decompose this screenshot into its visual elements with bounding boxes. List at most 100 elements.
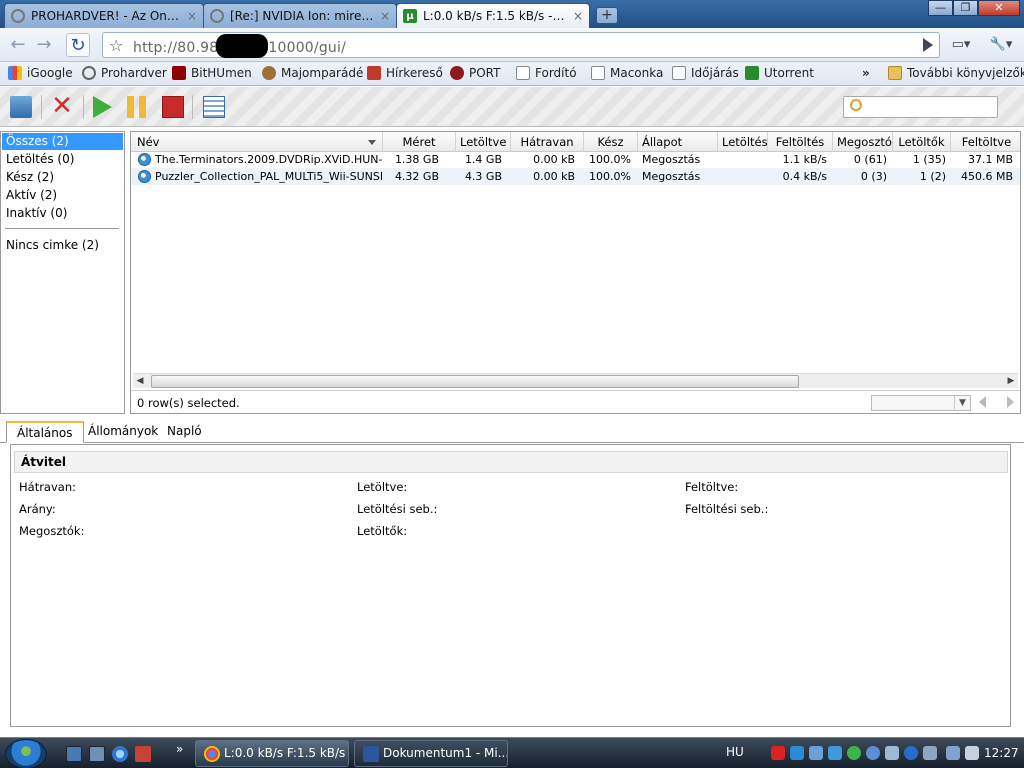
reload-button[interactable]: ↻ xyxy=(66,33,90,57)
bookmark-prohardver[interactable]: Prohardver xyxy=(82,66,167,80)
forward-button[interactable]: → xyxy=(32,33,56,57)
field-downloaded-label: Letöltve: xyxy=(357,480,408,494)
tab-general[interactable]: Általános xyxy=(6,421,84,443)
ati-icon[interactable] xyxy=(771,746,785,760)
volume-icon[interactable] xyxy=(965,746,979,760)
new-tab-button[interactable]: + xyxy=(596,7,618,24)
taskbar-task-word[interactable]: Dokumentum1 - Mi... xyxy=(354,740,508,767)
scrollbar-thumb[interactable] xyxy=(151,375,799,388)
go-arrow-icon[interactable] xyxy=(923,38,933,52)
column-header-download-speed[interactable]: Letöltés xyxy=(718,132,768,152)
label-no-label[interactable]: Nincs cimke (2) xyxy=(2,237,123,254)
clock[interactable]: 12:27 xyxy=(984,746,1019,760)
page-select[interactable]: ▼ xyxy=(871,395,971,411)
column-header-downloaded[interactable]: Letöltve xyxy=(456,132,511,152)
previous-page-icon[interactable] xyxy=(979,396,986,408)
category-active[interactable]: Aktív (2) xyxy=(2,187,123,204)
torrent-list-header: Név Méret Letöltve Hátravan Kész Állapot… xyxy=(131,132,1020,152)
stop-icon[interactable] xyxy=(162,96,184,118)
scroll-right-arrow-icon[interactable]: ▶ xyxy=(1004,375,1018,388)
tab-label: PROHARDVER! - Az Onlin... xyxy=(31,9,181,23)
messenger-icon[interactable] xyxy=(904,746,918,760)
internet-explorer-icon[interactable] xyxy=(112,746,128,762)
column-header-seeds[interactable]: Megosztók xyxy=(833,132,893,152)
star-icon[interactable]: ☆ xyxy=(109,36,123,55)
display-icon[interactable] xyxy=(923,746,937,760)
back-button[interactable]: ← xyxy=(6,33,30,57)
task-label: L:0.0 kB/s F:1.5 kB/s ... xyxy=(224,746,349,760)
browser-tab-utorrent[interactable]: µ L:0.0 kB/s F:1.5 kB/s - µT... × xyxy=(396,3,590,28)
page-menu-button[interactable]: ▭▾ xyxy=(946,33,976,57)
port-icon xyxy=(450,66,464,80)
close-icon[interactable]: × xyxy=(380,9,390,23)
column-header-peers[interactable]: Letöltők xyxy=(893,132,951,152)
bookmark-utorrent[interactable]: Utorrent xyxy=(745,66,814,80)
field-peers-label: Letöltők: xyxy=(357,524,408,538)
address-bar[interactable]: ☆ http://80.98 10000/gui/ xyxy=(102,32,940,58)
table-row[interactable]: The.Terminators.2009.DVDRip.XViD.HUN-Con… xyxy=(131,151,1020,168)
bookmark-maconka[interactable]: Maconka xyxy=(591,66,663,80)
column-header-name[interactable]: Név xyxy=(131,132,383,152)
close-icon[interactable]: × xyxy=(187,9,197,23)
bookmark-majomparade[interactable]: Majomparádé xyxy=(262,66,363,80)
column-header-uploaded[interactable]: Feltöltve xyxy=(951,132,1020,152)
torrent-name: The.Terminators.2009.DVDRip.XViD.HUN-Con… xyxy=(155,153,382,166)
bookmark-idojaras[interactable]: Időjárás xyxy=(672,66,739,80)
bookmark-port[interactable]: PORT xyxy=(450,66,500,80)
column-header-done[interactable]: Kész xyxy=(584,132,638,152)
sync-icon[interactable] xyxy=(828,746,842,760)
start-icon[interactable] xyxy=(93,96,112,118)
bookmark-fordito[interactable]: Fordító xyxy=(516,66,577,80)
torrent-seeds: 0 (3) xyxy=(860,170,887,183)
category-completed[interactable]: Kész (2) xyxy=(2,169,123,186)
minimize-button[interactable]: — xyxy=(928,0,953,16)
horizontal-scrollbar[interactable]: ◀ ▶ xyxy=(133,373,1018,388)
bookmarks-overflow-chevron[interactable]: » xyxy=(862,66,870,80)
table-row[interactable]: Puzzler_Collection_PAL_MULTi5_Wii-SUNSHi… xyxy=(131,168,1020,185)
settings-list-icon[interactable] xyxy=(203,96,225,118)
column-header-upload-speed[interactable]: Feltöltés xyxy=(768,132,833,152)
close-icon[interactable]: × xyxy=(573,9,583,23)
torrent-remaining: 0.00 kB xyxy=(533,170,575,183)
page-icon xyxy=(516,66,530,80)
other-bookmarks-folder[interactable]: További könyvjelzők xyxy=(888,66,1024,80)
column-header-size[interactable]: Méret xyxy=(383,132,456,152)
status-check-icon[interactable] xyxy=(847,746,861,760)
bookmark-hirkereso[interactable]: Hírkereső xyxy=(367,66,443,80)
bookmark-igoogle[interactable]: iGoogle xyxy=(8,66,73,80)
browser-tab-nvidia[interactable]: [Re:] NVIDIA Ion: mire ez ... × xyxy=(203,3,397,28)
category-all[interactable]: Összes (2) xyxy=(2,133,123,150)
skype-icon[interactable] xyxy=(866,746,880,760)
category-downloading[interactable]: Letöltés (0) xyxy=(2,151,123,168)
utorrent-toolbar: ✕ xyxy=(0,87,1024,127)
show-desktop-icon[interactable] xyxy=(66,746,82,762)
taskbar-task-chrome[interactable]: L:0.0 kB/s F:1.5 kB/s ... xyxy=(195,740,349,767)
network-icon[interactable] xyxy=(946,746,960,760)
dropbox-icon[interactable] xyxy=(790,746,804,760)
bookmark-bithumen[interactable]: BitHUmen xyxy=(172,66,252,80)
add-torrent-icon[interactable] xyxy=(10,96,32,118)
tab-log[interactable]: Napló xyxy=(157,421,212,443)
pause-icon[interactable] xyxy=(127,96,134,118)
category-inactive[interactable]: Inaktív (0) xyxy=(2,205,123,222)
quicklaunch-overflow-chevron[interactable]: » xyxy=(176,742,183,756)
start-button[interactable] xyxy=(5,739,47,768)
utorrent-icon xyxy=(745,66,759,80)
tools-menu-button[interactable]: 🔧▾ xyxy=(984,33,1018,57)
maximize-button[interactable]: ❐ xyxy=(953,0,978,16)
column-header-status[interactable]: Állapot xyxy=(638,132,718,152)
quicklaunch-app-icon[interactable] xyxy=(135,746,151,762)
switch-windows-icon[interactable] xyxy=(89,746,105,762)
printer-icon[interactable] xyxy=(885,746,899,760)
search-input[interactable] xyxy=(843,96,998,118)
column-header-remaining[interactable]: Hátravan xyxy=(511,132,584,152)
remove-icon[interactable]: ✕ xyxy=(51,93,73,119)
pause-icon[interactable] xyxy=(139,96,146,118)
tab-files[interactable]: Állományok xyxy=(78,421,168,443)
close-window-button[interactable]: ✕ xyxy=(978,0,1020,16)
browser-tab-prohardver[interactable]: PROHARDVER! - Az Onlin... × xyxy=(4,3,204,28)
next-page-icon[interactable] xyxy=(1007,396,1014,408)
scroll-left-arrow-icon[interactable]: ◀ xyxy=(133,375,147,388)
language-indicator[interactable]: HU xyxy=(726,745,744,759)
network-device-icon[interactable] xyxy=(809,746,823,760)
